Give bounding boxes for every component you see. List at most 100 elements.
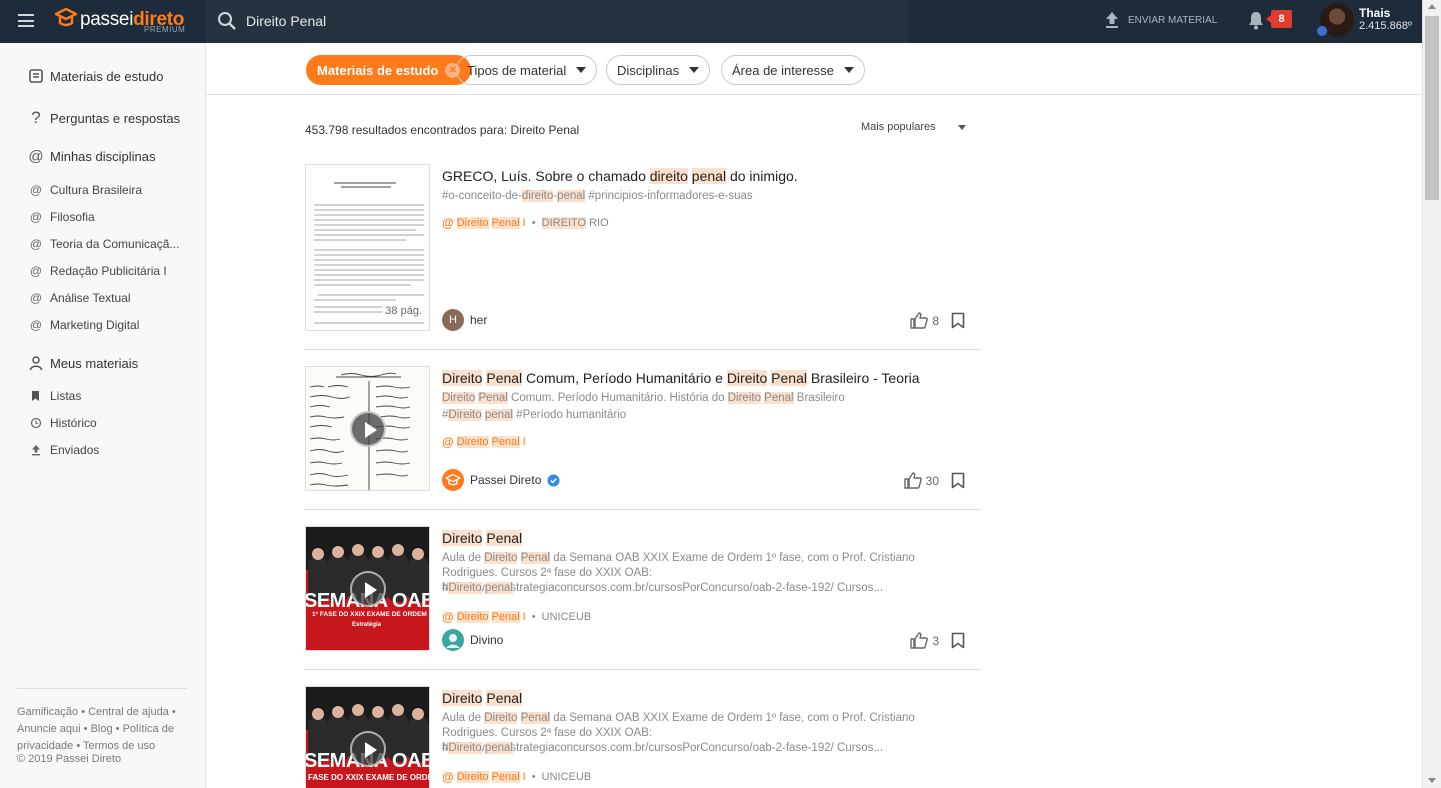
thumbnail-subtitle: FASE DO XXIX EXAME DE ORDEM — [308, 773, 430, 782]
menu-icon[interactable] — [18, 14, 34, 27]
filter-dropdown-interest-area[interactable]: Área de interesse — [721, 55, 865, 85]
person-icon — [29, 356, 43, 371]
like-button[interactable]: 30 — [903, 472, 939, 489]
filter-dropdown-material-types[interactable]: Tipos de material — [456, 55, 598, 85]
thumbnail-subtitle: 1ª FASE DO XXIX EXAME DE ORDEM — [312, 611, 427, 618]
document-thumbnail[interactable]: 38 pág. — [305, 164, 430, 331]
upload-icon — [1106, 12, 1118, 28]
verified-icon — [547, 474, 560, 486]
video-thumbnail[interactable]: SEMANA OAB FASE DO XXIX EXAME DE ORDEM — [305, 686, 430, 788]
chevron-down-icon — [576, 67, 587, 73]
card-discipline[interactable]: @ Direito Penal I • DIREITO RIO — [442, 216, 609, 230]
scrollbar[interactable] — [1422, 0, 1441, 788]
video-thumbnail[interactable]: SEMANA OAB 1ª FASE DO XXIX EXAME DE ORDE… — [305, 526, 430, 651]
card-title[interactable]: Direito Penal Comum, Período Humanitário… — [442, 370, 920, 386]
scrollbar-thumb[interactable] — [1425, 16, 1439, 200]
card-author[interactable]: Hher — [442, 309, 487, 331]
card-tags: #Direito penal — [442, 742, 513, 754]
search-input[interactable] — [246, 8, 886, 34]
sidebar-discipline-item[interactable]: @ Teoria da Comunicaçã... — [28, 237, 180, 251]
video-thumbnail[interactable] — [305, 366, 430, 491]
search-bar — [206, 0, 908, 43]
at-icon: @ — [28, 148, 44, 165]
sidebar-discipline-item[interactable]: @ Cultura Brasileira — [28, 183, 142, 197]
footer-link[interactable]: Central de ajuda — [88, 706, 169, 718]
sidebar-discipline-item[interactable]: @ Análise Textual — [28, 291, 131, 305]
sidebar-item-sent[interactable]: Enviados — [28, 443, 99, 457]
footer-link[interactable]: Termos de uso — [83, 740, 155, 752]
user-points: 2.415.868º — [1359, 20, 1412, 32]
results-count: 453.798 resultados encontrados para: Dir… — [305, 123, 580, 137]
at-icon: @ — [442, 216, 454, 230]
user-avatar[interactable] — [1316, 3, 1354, 37]
bookmark-icon[interactable] — [951, 312, 965, 329]
filter-bar: Materiais de estudo ✕ Tipos de material D… — [206, 43, 1422, 95]
sidebar-item-label: Materiais de estudo — [50, 68, 164, 84]
result-card[interactable]: 38 pág. GRECO, Luís. Sobre o chamado dir… — [305, 164, 981, 350]
at-icon: @ — [29, 318, 43, 332]
card-discipline[interactable]: @ Direito Penal I • UNICEUB — [442, 610, 591, 624]
footer-link[interactable]: Blog — [91, 723, 113, 735]
at-icon: @ — [29, 264, 43, 278]
at-icon: @ — [442, 610, 454, 624]
bell-icon[interactable] — [1248, 11, 1264, 30]
card-title[interactable]: Direito Penal — [442, 690, 523, 706]
upload-material-button[interactable]: ENVIAR MATERIAL — [1104, 11, 1217, 29]
result-card[interactable]: SEMANA OAB FASE DO XXIX EXAME DE ORDEM D… — [305, 686, 981, 788]
user-name[interactable]: Thais — [1359, 6, 1390, 20]
level-badge-icon — [1316, 25, 1328, 37]
sidebar-item-questions[interactable]: ? Perguntas e respostas — [28, 108, 180, 128]
like-button[interactable]: 3 — [910, 632, 939, 649]
card-discipline[interactable]: @ Direito Penal I — [442, 435, 526, 449]
sidebar-item-lists[interactable]: Listas — [28, 389, 81, 403]
sidebar-discipline-item[interactable]: @ Marketing Digital — [28, 318, 139, 332]
scroll-up-icon[interactable] — [1428, 4, 1436, 9]
card-author[interactable]: Passei Direto — [442, 469, 560, 491]
sidebar-item-label: Minhas disciplinas — [50, 149, 156, 164]
result-card[interactable]: Direito Penal Comum, Período Humanitário… — [305, 366, 981, 510]
card-description: Direito Penal Comum. Período Humanitário… — [442, 392, 845, 404]
sidebar-item-my-disciplines[interactable]: @ Minhas disciplinas — [28, 148, 156, 165]
at-icon: @ — [442, 770, 454, 784]
sidebar-item-label: Perguntas e respostas — [50, 110, 181, 126]
sort-dropdown[interactable]: Mais populares — [861, 121, 966, 133]
sidebar: Materiais de estudo ? Perguntas e respos… — [0, 43, 206, 788]
play-icon[interactable] — [350, 411, 386, 447]
result-card[interactable]: SEMANA OAB 1ª FASE DO XXIX EXAME DE ORDE… — [305, 526, 981, 670]
filter-dropdown-disciplines[interactable]: Disciplinas — [606, 55, 711, 85]
at-icon: @ — [29, 291, 43, 305]
sidebar-discipline-item[interactable]: @ Filosofia — [28, 210, 95, 224]
logo[interactable]: passeidireto PREMIUM — [54, 6, 194, 36]
filter-chip-study-materials[interactable]: Materiais de estudo ✕ — [306, 55, 472, 85]
footer-link[interactable]: Gamificação — [17, 706, 78, 718]
card-tags: #Direito penal #Período humanitário — [442, 409, 627, 421]
card-tags: #Direito penal — [442, 582, 513, 594]
card-discipline[interactable]: @ Direito Penal I • UNICEUB — [442, 770, 591, 784]
logo-subtitle: PREMIUM — [144, 25, 186, 34]
card-title[interactable]: GRECO, Luís. Sobre o chamado direito pen… — [442, 168, 798, 184]
sidebar-discipline-item[interactable]: @ Redação Publicitária I — [28, 264, 167, 278]
sidebar-item-my-materials[interactable]: Meus materiais — [28, 355, 138, 371]
card-author[interactable]: Divino — [442, 629, 503, 651]
notification-count-badge[interactable]: 8 — [1266, 10, 1292, 28]
top-bar: passeidireto PREMIUM ENVIAR MATERIAL 8 T… — [0, 0, 1422, 43]
play-icon[interactable] — [350, 731, 386, 767]
card-title[interactable]: Direito Penal — [442, 530, 523, 546]
history-icon — [30, 417, 42, 429]
page-count: 38 pág. — [382, 304, 425, 318]
card-tags: #o-conceito-de-direito-penal #principios… — [442, 190, 753, 202]
sidebar-item-history[interactable]: Histórico — [28, 416, 97, 430]
sidebar-footer-links: Gamificação • Central de ajuda • Anuncie… — [17, 688, 187, 755]
chevron-down-icon — [689, 67, 700, 73]
at-icon: @ — [29, 237, 43, 251]
document-icon — [29, 69, 43, 83]
bookmark-icon[interactable] — [951, 632, 965, 649]
sidebar-item-study-materials[interactable]: Materiais de estudo — [28, 68, 163, 84]
scroll-down-icon[interactable] — [1428, 778, 1436, 783]
like-button[interactable]: 8 — [910, 312, 939, 329]
search-icon[interactable] — [217, 11, 237, 31]
thumbnail-brand: Estratégia — [352, 622, 382, 628]
footer-link[interactable]: Anuncie aqui — [17, 723, 81, 735]
play-icon[interactable] — [350, 571, 386, 607]
bookmark-icon[interactable] — [951, 472, 965, 489]
